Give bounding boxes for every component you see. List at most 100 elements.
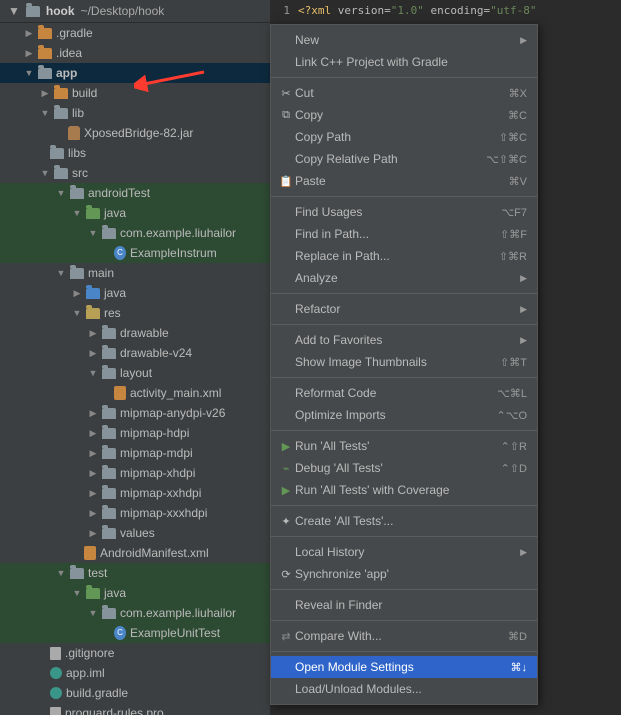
java-folder-icon <box>86 588 100 599</box>
tree-item-xposed-jar[interactable]: XposedBridge-82.jar <box>0 123 270 143</box>
java-folder-icon <box>86 288 100 299</box>
tree-item-pkg2[interactable]: com.example.liuhailor <box>0 603 270 623</box>
folder-icon <box>102 408 116 419</box>
menu-find-in-path[interactable]: Find in Path...⇧⌘F <box>271 223 537 245</box>
bug-icon: ⌁ <box>277 462 295 475</box>
tree-item-main[interactable]: main <box>0 263 270 283</box>
folder-icon <box>70 568 84 579</box>
menu-reformat-code[interactable]: Reformat Code⌥⌘L <box>271 382 537 404</box>
menu-debug-all-tests[interactable]: ⌁Debug 'All Tests'⌃⇧D <box>271 457 537 479</box>
tree-item-java2[interactable]: java <box>0 283 270 303</box>
tree-item-mipmap-xxxhdpi[interactable]: mipmap-xxxhdpi <box>0 503 270 523</box>
menu-separator <box>271 293 537 294</box>
context-menu: New▶ Link C++ Project with Gradle ✂Cut⌘X… <box>270 24 538 705</box>
folder-icon <box>102 348 116 359</box>
tree-item-values[interactable]: values <box>0 523 270 543</box>
menu-open-module-settings[interactable]: Open Module Settings⌘↓ <box>271 656 537 678</box>
menu-copy-relative-path[interactable]: Copy Relative Path⌥⇧⌘C <box>271 148 537 170</box>
tree-item-mipmap-xhdpi[interactable]: mipmap-xhdpi <box>0 463 270 483</box>
tree-item-libs[interactable]: libs <box>0 143 270 163</box>
tree-item-idea[interactable]: .idea <box>0 43 270 63</box>
menu-link-cpp[interactable]: Link C++ Project with Gradle <box>271 51 537 73</box>
menu-create-tests[interactable]: ✦Create 'All Tests'... <box>271 510 537 532</box>
create-icon: ✦ <box>277 515 295 528</box>
menu-synchronize[interactable]: ⟳Synchronize 'app' <box>271 563 537 585</box>
tree-item-manifest[interactable]: AndroidManifest.xml <box>0 543 270 563</box>
menu-reveal-finder[interactable]: Reveal in Finder <box>271 594 537 616</box>
folder-icon <box>26 6 40 17</box>
tree-item-mipmap-hdpi[interactable]: mipmap-hdpi <box>0 423 270 443</box>
menu-run-all-tests[interactable]: ▶Run 'All Tests'⌃⇧R <box>271 435 537 457</box>
tree-item-java3[interactable]: java <box>0 583 270 603</box>
menu-separator <box>271 589 537 590</box>
tree-item-drawable[interactable]: drawable <box>0 323 270 343</box>
folder-icon <box>54 88 68 99</box>
res-folder-icon <box>86 308 100 319</box>
menu-refactor[interactable]: Refactor▶ <box>271 298 537 320</box>
tree-item-proguard[interactable]: proguard-rules.pro <box>0 703 270 715</box>
menu-separator <box>271 196 537 197</box>
menu-find-usages[interactable]: Find Usages⌥F7 <box>271 201 537 223</box>
xml-icon <box>114 386 126 400</box>
menu-show-thumbnails[interactable]: Show Image Thumbnails⇧⌘T <box>271 351 537 373</box>
gradle-icon <box>50 687 62 699</box>
folder-icon <box>50 148 64 159</box>
folder-icon <box>102 488 116 499</box>
menu-cut[interactable]: ✂Cut⌘X <box>271 82 537 104</box>
cut-icon: ✂ <box>277 87 295 100</box>
tree-item-mipmap-xxhdpi[interactable]: mipmap-xxhdpi <box>0 483 270 503</box>
folder-icon <box>102 328 116 339</box>
package-icon <box>102 228 116 239</box>
menu-add-to-favorites[interactable]: Add to Favorites▶ <box>271 329 537 351</box>
menu-copy[interactable]: ⧉Copy⌘C <box>271 104 537 126</box>
xml-icon <box>84 546 96 560</box>
menu-copy-path[interactable]: Copy Path⇧⌘C <box>271 126 537 148</box>
folder-icon <box>38 28 52 39</box>
project-header: hook ~/Desktop/hook <box>0 0 270 23</box>
module-icon <box>38 68 52 79</box>
menu-local-history[interactable]: Local History▶ <box>271 541 537 563</box>
folder-icon <box>70 188 84 199</box>
tree-item-example-unit[interactable]: CExampleUnitTest <box>0 623 270 643</box>
expand-icon[interactable] <box>8 4 20 18</box>
tree-item-java1[interactable]: java <box>0 203 270 223</box>
tree-item-mipmap-mdpi[interactable]: mipmap-mdpi <box>0 443 270 463</box>
tree-item-src[interactable]: src <box>0 163 270 183</box>
project-tree-panel[interactable]: hook ~/Desktop/hook .gradle .idea app bu… <box>0 0 270 715</box>
tree-item-example-instr[interactable]: CExampleInstrum <box>0 243 270 263</box>
menu-load-unload-modules[interactable]: Load/Unload Modules... <box>271 678 537 700</box>
tree-item-res[interactable]: res <box>0 303 270 323</box>
menu-separator <box>271 651 537 652</box>
tree-item-drawable-v24[interactable]: drawable-v24 <box>0 343 270 363</box>
tree-item-lib[interactable]: lib <box>0 103 270 123</box>
menu-separator <box>271 324 537 325</box>
menu-optimize-imports[interactable]: Optimize Imports⌃⌥O <box>271 404 537 426</box>
tree-item-layout[interactable]: layout <box>0 363 270 383</box>
tree-item-test[interactable]: test <box>0 563 270 583</box>
menu-separator <box>271 430 537 431</box>
folder-icon <box>102 368 116 379</box>
tree-item-androidtest[interactable]: androidTest <box>0 183 270 203</box>
arrow-annotation-icon <box>134 66 214 96</box>
menu-replace-in-path[interactable]: Replace in Path...⇧⌘R <box>271 245 537 267</box>
tree-item-build-gradle[interactable]: build.gradle <box>0 683 270 703</box>
jar-icon <box>68 126 80 140</box>
menu-analyze[interactable]: Analyze▶ <box>271 267 537 289</box>
folder-icon <box>102 468 116 479</box>
tree-item-mipmap-anydpi[interactable]: mipmap-anydpi-v26 <box>0 403 270 423</box>
tree-item-pkg1[interactable]: com.example.liuhailor <box>0 223 270 243</box>
menu-paste[interactable]: 📋Paste⌘V <box>271 170 537 192</box>
menu-new[interactable]: New▶ <box>271 29 537 51</box>
folder-icon <box>54 168 68 179</box>
tree-item-gradle[interactable]: .gradle <box>0 23 270 43</box>
menu-separator <box>271 620 537 621</box>
menu-run-coverage[interactable]: ▶Run 'All Tests' with Coverage <box>271 479 537 501</box>
paste-icon: 📋 <box>277 175 295 188</box>
folder-icon <box>102 448 116 459</box>
folder-icon <box>70 268 84 279</box>
menu-compare-with[interactable]: ⇄Compare With...⌘D <box>271 625 537 647</box>
tree-item-activity-main[interactable]: activity_main.xml <box>0 383 270 403</box>
coverage-icon: ▶ <box>277 484 295 497</box>
tree-item-gitignore[interactable]: .gitignore <box>0 643 270 663</box>
tree-item-app-iml[interactable]: app.iml <box>0 663 270 683</box>
